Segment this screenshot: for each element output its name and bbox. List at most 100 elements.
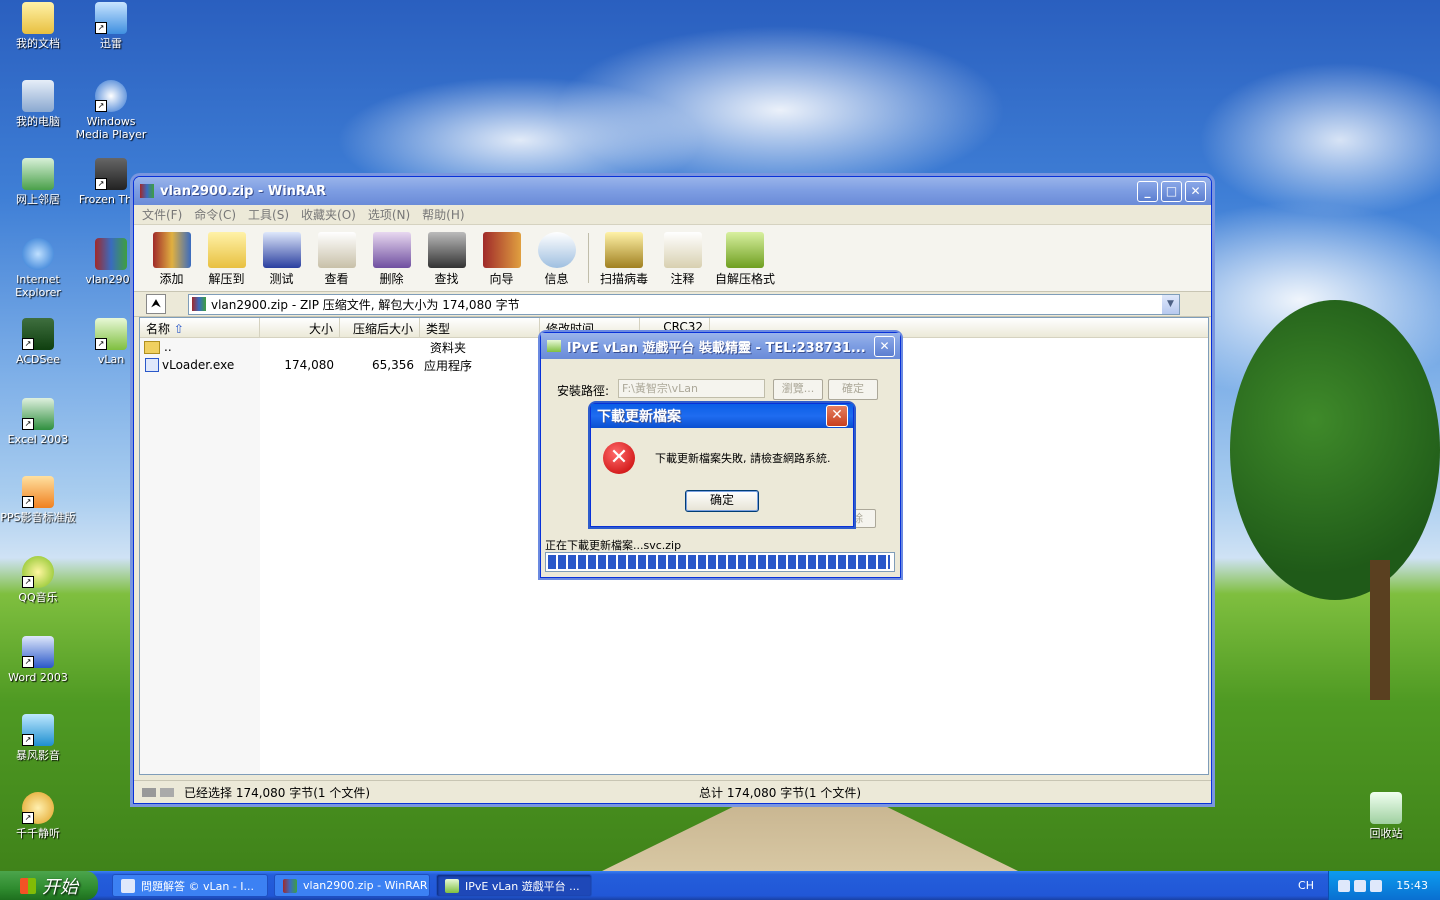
- winrar-icon: [283, 878, 297, 893]
- desktop-icon-label: Excel 2003: [7, 433, 69, 446]
- delete-icon: [372, 232, 411, 268]
- desktop-icon-excel[interactable]: ↗ Excel 2003: [0, 398, 76, 446]
- error-dialog[interactable]: 下載更新檔案 ✕ ✕ 下載更新檔案失敗, 請檢查網路系統. 确定: [590, 403, 854, 527]
- toolbar: 添加 解压到 测试 查看 删除 查找 向导 信息 扫描病毒 注释 自解压格式: [134, 225, 1211, 292]
- desktop-icon-recycle-bin[interactable]: 回收站: [1348, 792, 1424, 840]
- status-selected: 已经选择 174,080 字节(1 个文件): [184, 785, 371, 800]
- desktop-icon-ie[interactable]: Internet Explorer: [0, 238, 76, 299]
- desktop-icon-ttplayer[interactable]: ↗ 千千静听: [0, 792, 76, 840]
- desktop-icon-xunlei[interactable]: ↗ 迅雷: [73, 2, 149, 50]
- toolbar-test-button[interactable]: 测试: [254, 232, 309, 287]
- address-combobox[interactable]: vlan2900.zip - ZIP 压缩文件, 解包大小为 174,080 字…: [188, 293, 1180, 315]
- taskbar: 开始 問題解答 © vLan - I... vlan2900.zip - Win…: [0, 871, 1440, 900]
- desktop-icon-label: 我的电脑: [16, 115, 60, 128]
- shortcut-arrow-icon: ↗: [95, 100, 107, 112]
- start-label: 开始: [42, 876, 78, 898]
- confirm-path-button[interactable]: 確定: [828, 379, 878, 400]
- minimize-button[interactable]: _: [1137, 180, 1158, 202]
- xunlei-icon: ↗: [95, 2, 127, 34]
- taskbar-item-winrar[interactable]: vlan2900.zip - WinRAR: [274, 874, 430, 897]
- toolbar-delete-button[interactable]: 删除: [364, 232, 419, 287]
- desktop-icon-label: Word 2003: [8, 671, 68, 684]
- volume-tray-icon[interactable]: [1354, 879, 1367, 892]
- cell-type: 应用程序: [424, 358, 473, 373]
- menu-commands[interactable]: 命令(C): [194, 206, 236, 223]
- close-button[interactable]: ✕: [874, 335, 895, 357]
- toolbar-virus-scan-button[interactable]: 扫描病毒: [593, 232, 655, 287]
- error-title: 下載更新檔案: [597, 409, 681, 425]
- column-header-name[interactable]: 名称 ⇧: [140, 318, 260, 337]
- column-header-size[interactable]: 大小: [260, 318, 340, 337]
- ok-button[interactable]: 确定: [685, 490, 759, 512]
- column-header-type[interactable]: 类型: [420, 318, 540, 337]
- column-header-packed[interactable]: 压缩后大小: [340, 318, 420, 337]
- toolbar-comment-button[interactable]: 注释: [655, 232, 710, 287]
- desktop-icon-acdsee[interactable]: ↗ ACDSee: [0, 318, 76, 366]
- start-button[interactable]: 开始: [0, 871, 98, 900]
- menu-bar: 文件(F) 命令(C) 工具(S) 收藏夹(O) 选项(N) 帮助(H): [134, 205, 1211, 225]
- game-icon: ↗: [95, 158, 127, 190]
- folder-up-icon: [144, 340, 160, 354]
- shortcut-arrow-icon: ↗: [22, 576, 34, 588]
- toolbar-extract-button[interactable]: 解压到: [199, 232, 254, 287]
- cell-name: ..: [164, 340, 172, 354]
- error-titlebar[interactable]: 下載更新檔案 ✕: [591, 404, 853, 428]
- browse-button[interactable]: 瀏覽...: [773, 379, 823, 400]
- toolbar-add-button[interactable]: 添加: [144, 232, 199, 287]
- maximize-button[interactable]: □: [1161, 180, 1182, 202]
- menu-favorites[interactable]: 收藏夹(O): [301, 206, 356, 223]
- wallpaper-road: [600, 800, 1020, 872]
- status-total: 总计 174,080 字节(1 个文件): [699, 785, 862, 800]
- install-path-input[interactable]: F:\黃智宗\vLan: [618, 379, 765, 398]
- desktop-icon-baofeng[interactable]: ↗ 暴风影音: [0, 714, 76, 762]
- ipve-title: IPvE vLan 遊戲平台 裝載精靈 - TEL:238731...: [566, 340, 866, 356]
- address-text: vlan2900.zip - ZIP 压缩文件, 解包大小为 174,080 字…: [211, 297, 520, 312]
- toolbar-view-button[interactable]: 查看: [309, 232, 364, 287]
- desktop-icon-label: vLan: [97, 353, 125, 366]
- ipve-titlebar[interactable]: IPvE vLan 遊戲平台 裝載精靈 - TEL:238731... ✕: [541, 333, 900, 359]
- error-icon: ✕: [603, 442, 635, 474]
- menu-help[interactable]: 帮助(H): [422, 206, 464, 223]
- dropdown-arrow-icon[interactable]: ▼: [1162, 294, 1179, 314]
- desktop-icon-pps[interactable]: ↗ PPS影音标准版: [0, 476, 76, 524]
- exe-file-icon: [145, 358, 159, 372]
- virus-scan-icon: [605, 232, 643, 268]
- winrar-titlebar[interactable]: vlan2900.zip - WinRAR _ □ ✕: [134, 177, 1211, 205]
- language-indicator[interactable]: CH: [1298, 879, 1314, 892]
- toolbar-wizard-button[interactable]: 向导: [474, 232, 529, 287]
- desktop-icon-label: 暴风影音: [16, 749, 60, 762]
- tool-label: 添加: [159, 272, 184, 286]
- clock[interactable]: 15:43: [1396, 879, 1428, 892]
- network-tray-icon[interactable]: [1338, 879, 1351, 892]
- sfx-icon: [726, 232, 764, 268]
- taskbar-item-ipve[interactable]: IPvE vLan 遊戲平台 ...: [436, 874, 592, 897]
- desktop-icon-network[interactable]: 网上邻居: [0, 158, 76, 206]
- tool-label: 扫描病毒: [599, 272, 648, 286]
- extract-icon: [207, 232, 246, 268]
- desktop-icon-my-computer[interactable]: 我的电脑: [0, 80, 76, 128]
- desktop-icon-qqmusic[interactable]: ↗ QQ音乐: [0, 556, 76, 604]
- taskbar-item-ie[interactable]: 問題解答 © vLan - I...: [112, 874, 268, 897]
- desktop-icon-media-player[interactable]: ↗ Windows Media Player: [73, 80, 149, 141]
- security-tray-icon[interactable]: [1370, 879, 1383, 892]
- up-folder-button[interactable]: ⮝: [146, 294, 166, 314]
- toolbar-info-button[interactable]: 信息: [529, 232, 584, 287]
- cell-packed: 65,356: [372, 358, 414, 372]
- recycle-bin-icon: [1370, 792, 1402, 824]
- close-icon[interactable]: ✕: [826, 405, 848, 427]
- menu-tools[interactable]: 工具(S): [248, 206, 289, 223]
- toolbar-find-button[interactable]: 查找: [419, 232, 474, 287]
- install-path-label: 安裝路徑:: [557, 384, 610, 398]
- menu-file[interactable]: 文件(F): [142, 206, 182, 223]
- desktop-icon-word[interactable]: ↗ Word 2003: [0, 636, 76, 684]
- baofeng-icon: ↗: [22, 714, 54, 746]
- menu-options[interactable]: 选项(N): [368, 206, 410, 223]
- tool-label: 查找: [434, 272, 459, 286]
- shortcut-arrow-icon: ↗: [22, 418, 34, 430]
- close-button[interactable]: ✕: [1185, 180, 1206, 202]
- toolbar-sfx-button[interactable]: 自解压格式: [710, 232, 780, 287]
- shortcut-arrow-icon: ↗: [95, 338, 107, 350]
- desktop-icon-my-documents[interactable]: 我的文档: [0, 2, 76, 50]
- shortcut-arrow-icon: ↗: [95, 178, 107, 190]
- status-drive-icon: [142, 787, 156, 797]
